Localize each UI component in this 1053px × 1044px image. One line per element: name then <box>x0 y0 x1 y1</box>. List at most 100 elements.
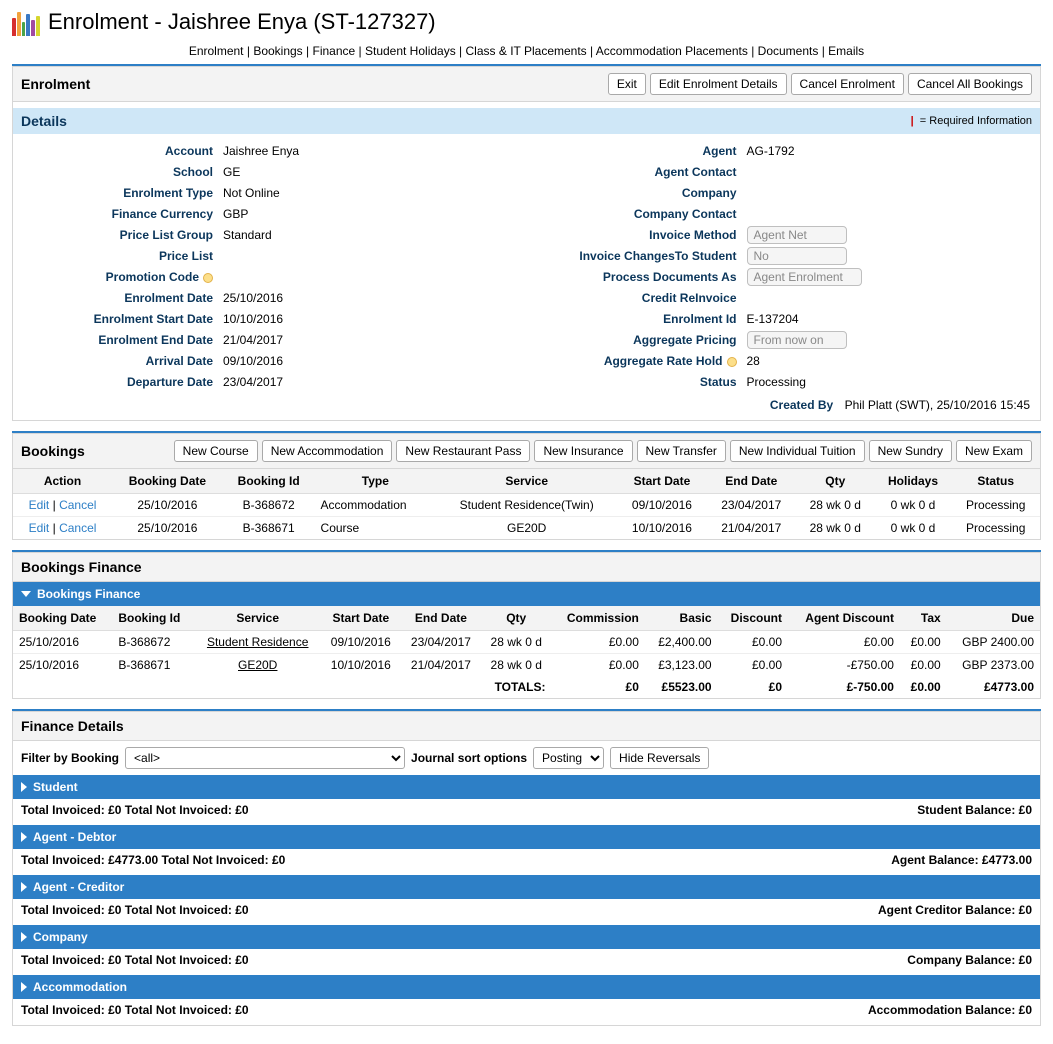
field-value: No <box>747 247 847 265</box>
field-value: 21/04/2017 <box>223 333 283 347</box>
page-title: Enrolment - Jaishree Enya (ST-127327) <box>48 9 436 35</box>
disabled-select: No <box>747 247 847 265</box>
finance-section-bar[interactable]: Agent - Creditor <box>13 875 1040 899</box>
bookings-col: Qty <box>796 469 875 494</box>
finance-section-bar[interactable]: Accommodation <box>13 975 1040 999</box>
edit-link[interactable]: Edit <box>29 498 50 512</box>
nav-finance[interactable]: Finance <box>312 44 355 58</box>
fin-col: Agent Discount <box>788 606 900 631</box>
nav-bookings[interactable]: Bookings <box>253 44 302 58</box>
field-value: Not Online <box>223 186 280 200</box>
bookings-finance-table: Booking DateBooking IdServiceStart DateE… <box>13 606 1040 698</box>
field-label: Promotion Code <box>23 270 223 284</box>
field-label: Price List Group <box>23 228 223 242</box>
top-nav: Enrolment | Bookings | Finance | Student… <box>12 44 1041 58</box>
bookings-col: End Date <box>707 469 796 494</box>
finance-summary: Total Invoiced: £4773.00 Total Not Invoi… <box>13 849 1040 871</box>
field-label: Aggregate Pricing <box>547 333 747 347</box>
expand-icon <box>21 782 27 792</box>
field-label: Enrolment End Date <box>23 333 223 347</box>
cancel-enrolment-button[interactable]: Cancel Enrolment <box>791 73 904 95</box>
finance-section-bar[interactable]: Agent - Debtor <box>13 825 1040 849</box>
field-label: Company Contact <box>547 207 747 221</box>
bookings-col: Booking Date <box>112 469 223 494</box>
new-booking-button-3[interactable]: New Insurance <box>534 440 632 462</box>
disabled-select: Agent Enrolment <box>747 268 862 286</box>
field-label: Enrolment Type <box>23 186 223 200</box>
bookings-panel-title: Bookings <box>21 443 85 459</box>
field-value: GBP <box>223 207 248 221</box>
table-row: Edit | Cancel25/10/2016B-368672Accommoda… <box>13 494 1040 517</box>
hide-reversals-button[interactable]: Hide Reversals <box>610 747 709 769</box>
cancel-link[interactable]: Cancel <box>59 521 96 535</box>
details-bar-title: Details <box>21 113 67 129</box>
field-label: Agent <box>547 144 747 158</box>
bookings-finance-bar[interactable]: Bookings Finance <box>13 582 1040 606</box>
field-label: Departure Date <box>23 375 223 389</box>
edit-link[interactable]: Edit <box>29 521 50 535</box>
bookings-col: Service <box>436 469 617 494</box>
edit-enrolment-details-button[interactable]: Edit Enrolment Details <box>650 73 787 95</box>
exit-button[interactable]: Exit <box>608 73 646 95</box>
bookings-finance-panel: Bookings Finance Bookings Finance Bookin… <box>12 552 1041 699</box>
bookings-col: Booking Id <box>223 469 315 494</box>
field-value: 23/04/2017 <box>223 375 283 389</box>
journal-sort-label: Journal sort options <box>411 751 527 765</box>
expand-icon <box>21 882 27 892</box>
filter-by-booking-select[interactable]: <all> <box>125 747 405 769</box>
field-label: Enrolment Start Date <box>23 312 223 326</box>
new-booking-button-6[interactable]: New Sundry <box>869 440 952 462</box>
field-value: Processing <box>747 375 806 389</box>
info-dot-icon <box>203 273 213 283</box>
created-by-label: Created By <box>770 398 833 412</box>
info-dot-icon <box>727 357 737 367</box>
enrolment-panel-title: Enrolment <box>21 76 90 92</box>
field-label: Account <box>23 144 223 158</box>
new-booking-button-4[interactable]: New Transfer <box>637 440 726 462</box>
field-value: Agent Enrolment <box>747 268 862 286</box>
new-booking-button-2[interactable]: New Restaurant Pass <box>396 440 530 462</box>
field-value: Jaishree Enya <box>223 144 299 158</box>
field-label: Aggregate Rate Hold <box>547 354 747 368</box>
bookings-panel: Bookings New CourseNew AccommodationNew … <box>12 433 1041 540</box>
fin-col: End Date <box>401 606 481 631</box>
nav-enrolment[interactable]: Enrolment <box>189 44 244 58</box>
fin-col: Due <box>947 606 1040 631</box>
collapse-icon <box>21 591 31 597</box>
field-label: Invoice Method <box>547 228 747 242</box>
nav-student-holidays[interactable]: Student Holidays <box>365 44 456 58</box>
nav-documents[interactable]: Documents <box>758 44 819 58</box>
journal-sort-select[interactable]: Posting <box>533 747 604 769</box>
field-label: School <box>23 165 223 179</box>
bookings-col: Start Date <box>617 469 706 494</box>
finance-section-bar[interactable]: Company <box>13 925 1040 949</box>
field-value: 09/10/2016 <box>223 354 283 368</box>
new-booking-button-0[interactable]: New Course <box>174 440 258 462</box>
field-label: Enrolment Id <box>547 312 747 326</box>
finance-summary: Total Invoiced: £0 Total Not Invoiced: £… <box>13 899 1040 921</box>
nav-accommodation-placements[interactable]: Accommodation Placements <box>596 44 748 58</box>
enrolment-panel: Enrolment Exit Edit Enrolment Details Ca… <box>12 66 1041 421</box>
field-value: E-137204 <box>747 312 799 326</box>
expand-icon <box>21 832 27 842</box>
new-booking-button-5[interactable]: New Individual Tuition <box>730 440 865 462</box>
fin-col: Booking Date <box>13 606 112 631</box>
fin-col: Booking Id <box>112 606 194 631</box>
cancel-all-bookings-button[interactable]: Cancel All Bookings <box>908 73 1032 95</box>
new-booking-button-1[interactable]: New Accommodation <box>262 440 393 462</box>
field-label: Enrolment Date <box>23 291 223 305</box>
field-label: Price List <box>23 249 223 263</box>
cancel-link[interactable]: Cancel <box>59 498 96 512</box>
details-bar: Details | = Required Information <box>13 108 1040 134</box>
field-label: Invoice ChangesTo Student <box>547 249 747 263</box>
new-booking-button-7[interactable]: New Exam <box>956 440 1032 462</box>
service-link[interactable]: Student Residence <box>207 635 308 649</box>
bookings-col: Status <box>951 469 1040 494</box>
service-link[interactable]: GE20D <box>238 658 277 672</box>
bookings-finance-panel-title: Bookings Finance <box>21 559 142 575</box>
finance-section-bar[interactable]: Student <box>13 775 1040 799</box>
nav-class-it-placements[interactable]: Class & IT Placements <box>466 44 587 58</box>
nav-emails[interactable]: Emails <box>828 44 864 58</box>
created-by-value: Phil Platt (SWT), 25/10/2016 15:45 <box>845 398 1030 412</box>
table-row: 25/10/2016B-368671GE20D10/10/201621/04/2… <box>13 654 1040 677</box>
